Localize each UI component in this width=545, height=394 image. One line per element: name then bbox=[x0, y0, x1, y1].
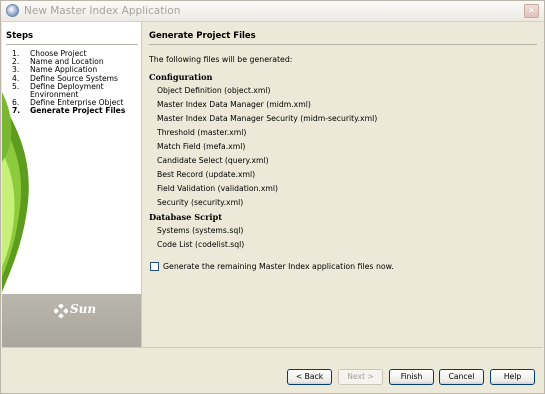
close-icon: × bbox=[527, 5, 536, 16]
section-heading-configuration: Configuration bbox=[149, 72, 213, 82]
title-bar[interactable]: New Master Index Application × bbox=[1, 1, 544, 22]
leaf-decoration bbox=[2, 92, 29, 292]
file-item: Master Index Data Manager Security (midm… bbox=[157, 114, 378, 123]
generate-files-label[interactable]: Generate the remaining Master Index appl… bbox=[163, 262, 394, 271]
file-item: Security (security.xml) bbox=[157, 198, 244, 207]
file-item: Threshold (master.xml) bbox=[157, 128, 247, 137]
cancel-button[interactable]: Cancel bbox=[439, 369, 484, 385]
file-item: Best Record (update.xml) bbox=[157, 170, 256, 179]
file-item: Code List (codelist.sql) bbox=[157, 240, 245, 249]
intro-text: The following files will be generated: bbox=[149, 55, 293, 64]
file-item: Object Definition (object.xml) bbox=[157, 86, 271, 95]
file-item: Match Field (mefa.xml) bbox=[157, 142, 246, 151]
help-button[interactable]: Help bbox=[490, 369, 535, 385]
wizard-window: New Master Index Application × Steps 1. C… bbox=[0, 0, 545, 394]
sun-brand-panel: Sun bbox=[2, 294, 141, 347]
sun-logo-icon bbox=[54, 304, 68, 318]
footer-divider bbox=[2, 347, 543, 348]
sun-logo-text: Sun bbox=[70, 302, 97, 316]
app-icon bbox=[6, 4, 19, 17]
generate-files-checkbox[interactable] bbox=[150, 262, 159, 271]
file-item: Field Validation (validation.xml) bbox=[157, 184, 279, 193]
file-item: Systems (systems.sql) bbox=[157, 226, 244, 235]
section-heading-database-script: Database Script bbox=[149, 212, 223, 222]
finish-button[interactable]: Finish bbox=[389, 369, 434, 385]
steps-divider bbox=[6, 44, 138, 45]
steps-panel: Steps 1. Choose Project 2. Name and Locati… bbox=[2, 22, 142, 347]
close-button[interactable]: × bbox=[524, 4, 539, 18]
back-button[interactable]: < Back bbox=[287, 369, 332, 385]
page-title: Generate Project Files bbox=[149, 31, 256, 41]
steps-title: Steps bbox=[6, 31, 34, 41]
content-panel: Generate Project Files The following fil… bbox=[143, 22, 543, 347]
window-title: New Master Index Application bbox=[24, 5, 181, 17]
file-item: Candidate Select (query.xml) bbox=[157, 156, 269, 165]
next-button[interactable]: Next > bbox=[338, 369, 383, 385]
file-item: Master Index Data Manager (midm.xml) bbox=[157, 100, 311, 109]
content-divider bbox=[149, 44, 537, 45]
